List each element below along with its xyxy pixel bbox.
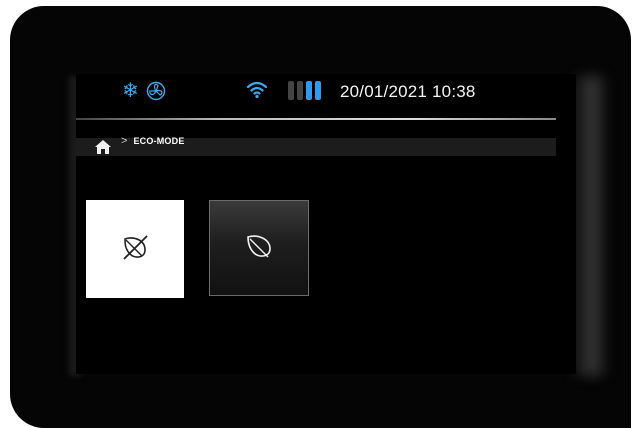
- leaf-crossed-icon: [120, 232, 150, 267]
- wifi-icon: [246, 80, 268, 104]
- status-bar: ❄ 20/01/2021 10:38: [76, 74, 576, 120]
- fan-icon: [146, 81, 166, 105]
- battery-segment: [306, 81, 312, 100]
- snowflake-icon: ❄: [122, 80, 139, 102]
- battery-segment: [288, 81, 294, 100]
- header-divider: [76, 118, 556, 120]
- display-screen: ❄ 20/01/2021 10:38 > ECO-MODE: [76, 74, 576, 374]
- breadcrumb-current: ECO-MODE: [133, 136, 185, 146]
- home-icon[interactable]: [94, 138, 112, 156]
- breadcrumb: > ECO-MODE: [76, 124, 556, 156]
- eco-on-tile[interactable]: [209, 200, 309, 296]
- device-frame: ❄ 20/01/2021 10:38 > ECO-MODE: [10, 6, 631, 428]
- leaf-icon: [244, 231, 274, 266]
- battery-segment: [297, 81, 303, 100]
- battery-segment: [315, 81, 321, 100]
- date-time: 20/01/2021 10:38: [340, 82, 476, 101]
- battery-icon: [288, 81, 321, 100]
- eco-off-tile[interactable]: [86, 200, 184, 298]
- breadcrumb-separator: >: [121, 135, 128, 147]
